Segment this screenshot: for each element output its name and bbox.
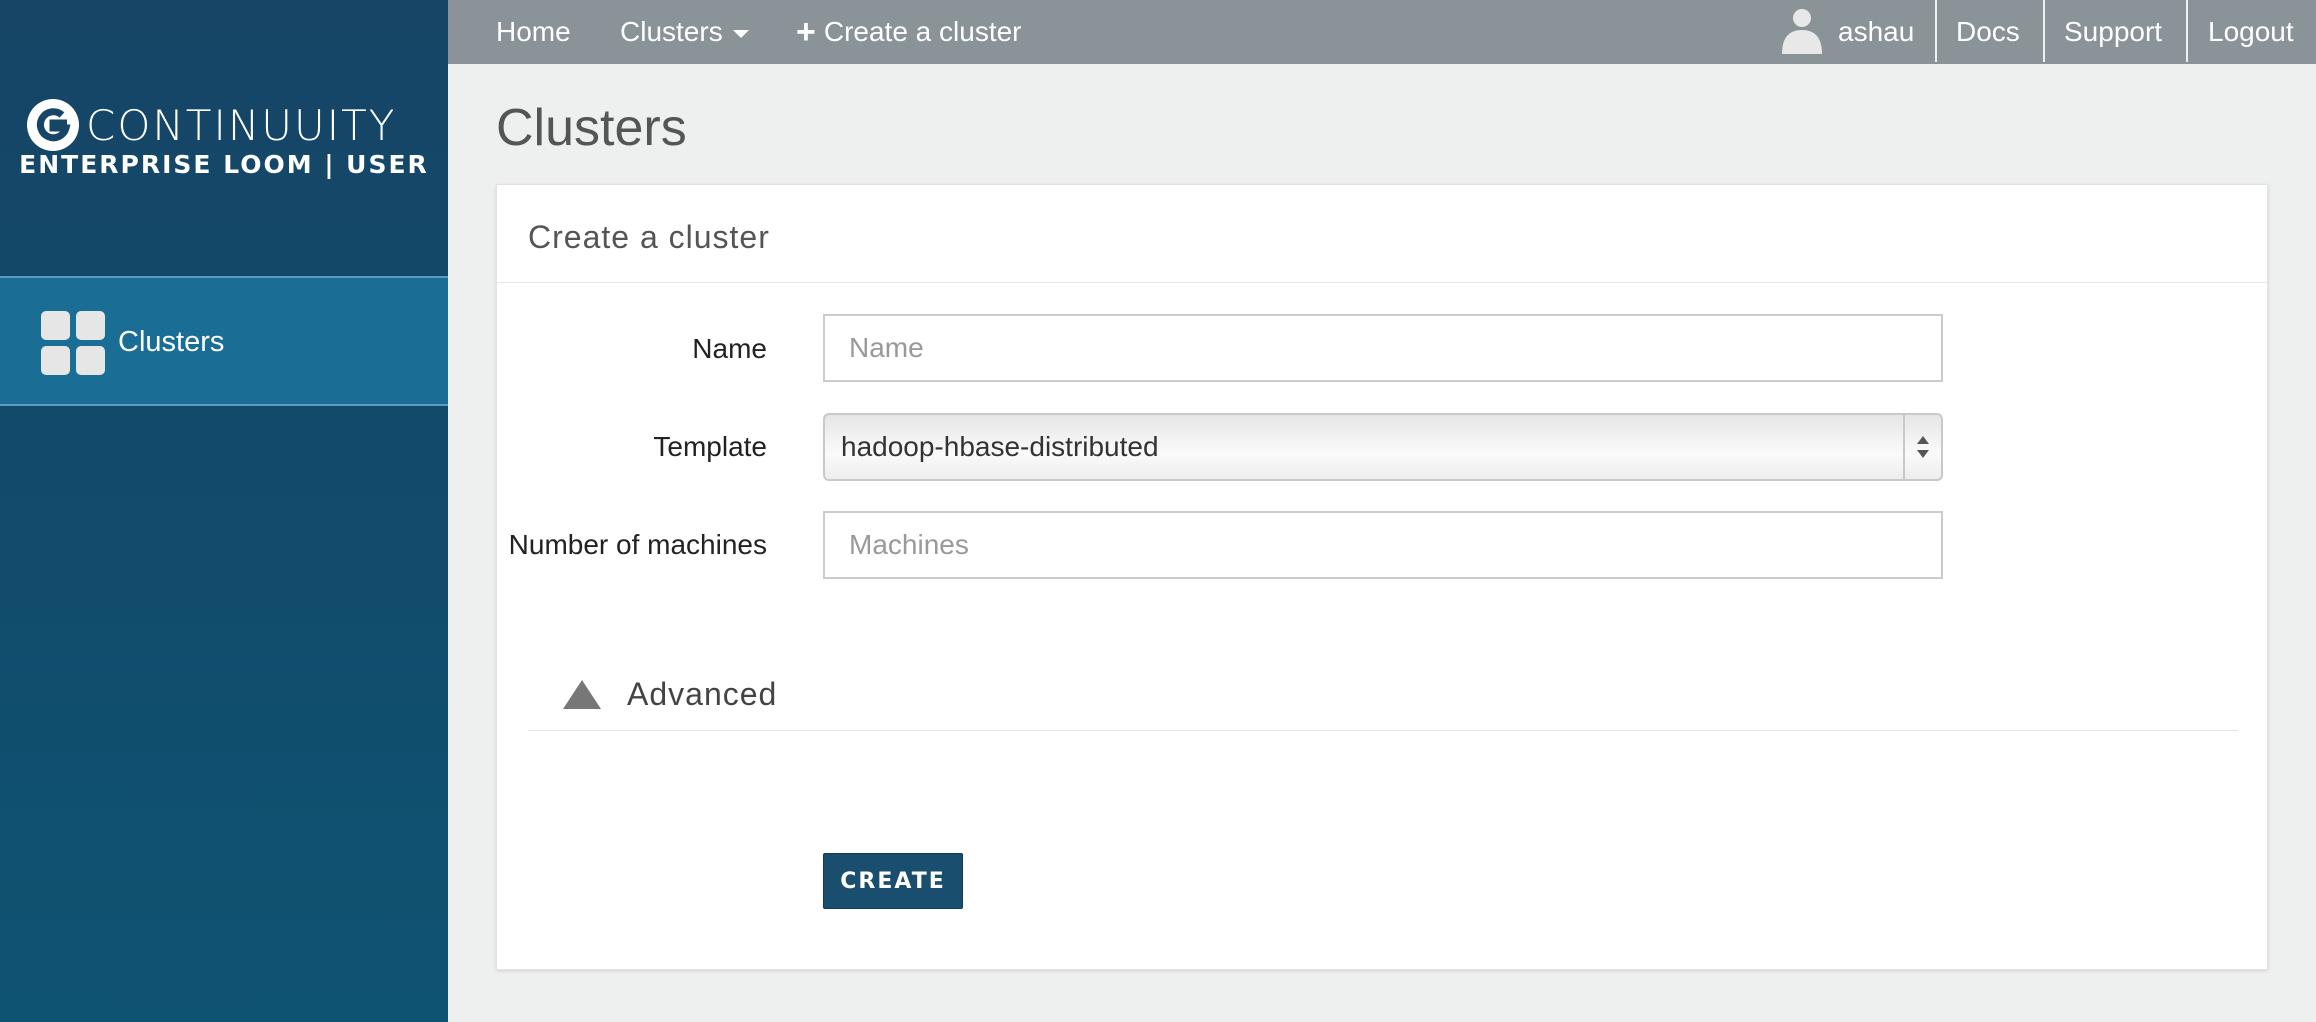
machines-label: Number of machines [508,529,767,560]
nav-divider [1935,0,1937,62]
section-divider [528,730,2238,731]
continuuity-logo-icon [27,99,79,151]
name-input[interactable] [823,314,1943,382]
brand-name: CONTINUUITY [86,100,397,150]
advanced-label: Advanced [627,676,778,712]
page-title: Clusters [496,99,687,157]
nav-create-cluster-link[interactable]: + Create a cluster [796,0,1022,64]
nav-clusters-label: Clusters [620,16,723,47]
user-name: ashau [1838,16,1915,47]
nav-clusters-dropdown[interactable]: Clusters [620,0,749,64]
nav-logout-link[interactable]: Logout [2208,0,2294,64]
template-selected-value: hadoop-hbase-distributed [841,431,1159,462]
nav-support-link[interactable]: Support [2064,0,2162,64]
template-select[interactable]: hadoop-hbase-distributed [823,413,1943,481]
plus-icon: + [796,13,816,51]
create-button[interactable]: CREATE [823,853,963,909]
brand-subtitle: ENTERPRISE LOOM | USER [19,150,429,179]
nav-divider [2186,0,2188,62]
nav-home-link[interactable]: Home [496,0,571,64]
brand: CONTINUUITY ENTERPRISE LOOM | USER [0,0,448,276]
grid-icon [41,311,107,377]
template-label: Template [653,431,767,462]
nav-create-label: Create a cluster [823,16,1022,47]
up-down-arrows-icon [1917,436,1929,458]
nav-docs-link[interactable]: Docs [1956,0,2020,64]
user-icon [1782,9,1822,54]
name-label: Name [692,333,767,364]
top-navigation: Home Clusters + Create a cluster ashau Do… [448,0,2316,64]
machines-input[interactable] [823,511,1943,579]
sidebar: CONTINUUITY ENTERPRISE LOOM | USER Clust… [0,0,448,1022]
nav-divider [2043,0,2045,62]
select-divider [1903,415,1905,479]
panel-title: Create a cluster [497,185,2267,283]
chevron-down-icon [732,29,749,38]
sidebar-item-label: Clusters [118,326,225,358]
sidebar-item-clusters[interactable]: Clusters [0,276,448,406]
create-cluster-panel: Create a cluster Name Template hadoop-hb… [496,184,2268,970]
triangle-up-icon [563,680,601,709]
